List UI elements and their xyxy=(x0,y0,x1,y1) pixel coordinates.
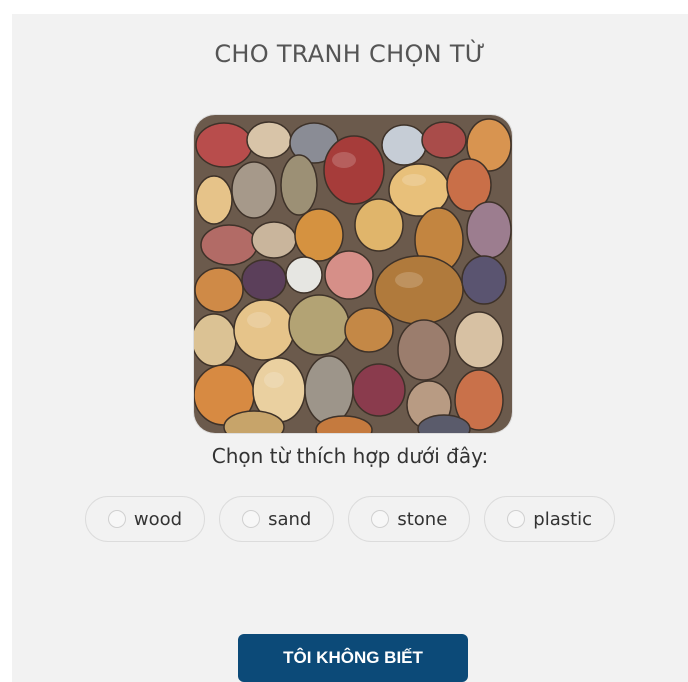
question-image xyxy=(193,114,513,434)
option-label: sand xyxy=(268,508,312,530)
option-sand[interactable]: sand xyxy=(219,496,335,542)
option-label: stone xyxy=(397,508,448,530)
dont-know-button[interactable]: TÔI KHÔNG BIẾT xyxy=(238,634,468,682)
answer-options: wood sand stone plastic xyxy=(12,496,688,542)
quiz-panel: CHO TRANH CHỌN TỪ Chọn từ thích hợp dưới… xyxy=(12,14,688,682)
option-stone[interactable]: stone xyxy=(348,496,471,542)
option-wood[interactable]: wood xyxy=(84,496,206,542)
radio-icon[interactable] xyxy=(242,510,261,528)
option-label: wood xyxy=(133,508,183,530)
option-label: plastic xyxy=(533,508,593,530)
radio-icon[interactable] xyxy=(371,510,390,528)
option-plastic[interactable]: plastic xyxy=(484,496,616,542)
instruction-text: Chọn từ thích hợp dưới đây: xyxy=(211,444,489,468)
radio-icon[interactable] xyxy=(107,510,126,528)
page-title: CHO TRANH CHỌN TỪ xyxy=(214,40,486,68)
pebbles-image xyxy=(194,115,512,433)
radio-icon[interactable] xyxy=(507,510,526,528)
